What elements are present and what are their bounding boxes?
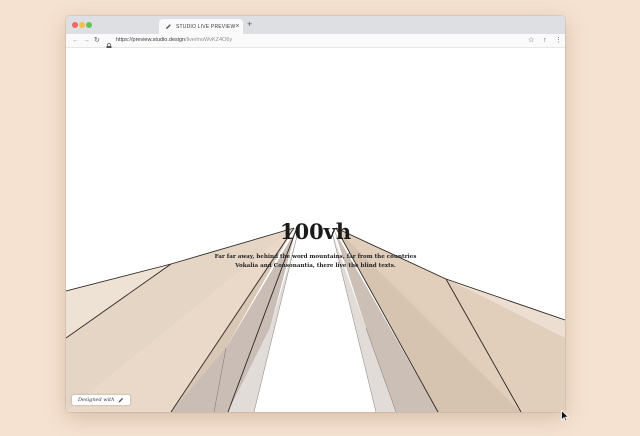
hero-description: Far far away, behind the word mountains,… — [206, 253, 425, 271]
pen-icon — [165, 23, 172, 30]
tab-bar: STUDIO LIVE PREVIEW × + — [66, 16, 565, 34]
lock-icon — [106, 37, 112, 50]
designed-with-badge[interactable]: Designed with — [72, 395, 131, 405]
url-path: /live/moWvKZ4O6y — [185, 37, 233, 43]
forward-icon[interactable]: → — [83, 36, 90, 45]
page-viewport: 100vh Far far away, behind the word moun… — [66, 48, 565, 412]
browser-toolbar: ← → ↻ https://preview.studio.design/live… — [66, 34, 565, 50]
back-icon[interactable]: ← — [72, 36, 79, 45]
hero-text-line-1: Far far away, behind the word mountains,… — [214, 254, 417, 260]
badge-label: Designed with — [78, 397, 115, 403]
tab-title: STUDIO LIVE PREVIEW — [176, 23, 236, 30]
bookmark-star-icon[interactable]: ☆ — [528, 36, 534, 45]
reload-icon[interactable]: ↻ — [94, 36, 100, 45]
close-window-button[interactable] — [72, 22, 78, 28]
address-bar[interactable]: https://preview.studio.design/live/moWvK… — [116, 37, 232, 44]
extension-icon[interactable]: ↑ — [543, 36, 547, 45]
browser-window: STUDIO LIVE PREVIEW × + ← → ↻ https://pr… — [66, 16, 565, 412]
minimize-window-button[interactable] — [79, 22, 85, 28]
url-host: https://preview.studio.design — [116, 37, 186, 43]
maximize-window-button[interactable] — [86, 22, 92, 28]
menu-icon[interactable]: ⋮ — [555, 36, 562, 45]
browser-tab[interactable]: STUDIO LIVE PREVIEW × — [159, 19, 243, 34]
close-tab-icon[interactable]: × — [235, 23, 239, 30]
new-tab-button[interactable]: + — [247, 20, 252, 29]
pen-icon — [118, 397, 124, 403]
mouse-cursor-icon — [561, 410, 569, 422]
hero-text-line-2: Vokalia and Consonantia, there live the … — [235, 263, 396, 269]
hero-title: 100vh — [279, 219, 352, 244]
